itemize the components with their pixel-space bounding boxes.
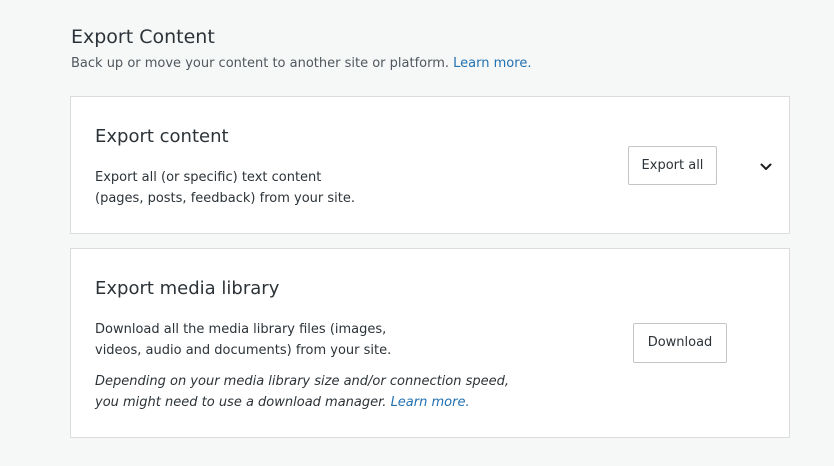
export-media-description-line: videos, audio and documents) from your s… <box>95 343 392 358</box>
export-content-title: Export content <box>95 126 229 147</box>
export-media-card: Export media library Download all the me… <box>70 248 790 438</box>
export-media-description: Download all the media library files (im… <box>95 319 395 361</box>
page-title: Export Content <box>71 26 215 48</box>
page-subtitle: Back up or move your content to another … <box>71 55 531 73</box>
note-learn-more-link[interactable]: Learn more. <box>391 395 470 410</box>
note-line: you might need to use a download manager… <box>95 392 515 413</box>
export-content-description-line: Export all (or specific) text content <box>95 170 322 185</box>
learn-more-link[interactable]: Learn more. <box>453 56 531 71</box>
download-button[interactable]: Download <box>633 323 727 363</box>
export-content-description-line: (pages, posts, feedback) from your site. <box>95 191 355 206</box>
chevron-down-icon[interactable] <box>759 159 773 173</box>
note-line-text: you might need to use a download manager… <box>95 395 387 410</box>
export-all-button[interactable]: Export all <box>628 146 717 185</box>
page-header: Export Content Back up or move your cont… <box>71 24 531 73</box>
export-content-card: Export content Export all (or specific) … <box>70 96 790 234</box>
note-line: Depending on your media library size and… <box>95 374 510 389</box>
export-content-description: Export all (or specific) text content (p… <box>95 167 395 209</box>
export-media-title: Export media library <box>95 278 280 299</box>
page-subtitle-text: Back up or move your content to another … <box>71 56 450 71</box>
export-media-description-line: Download all the media library files (im… <box>95 322 387 337</box>
download-manager-note: Depending on your media library size and… <box>95 371 515 413</box>
